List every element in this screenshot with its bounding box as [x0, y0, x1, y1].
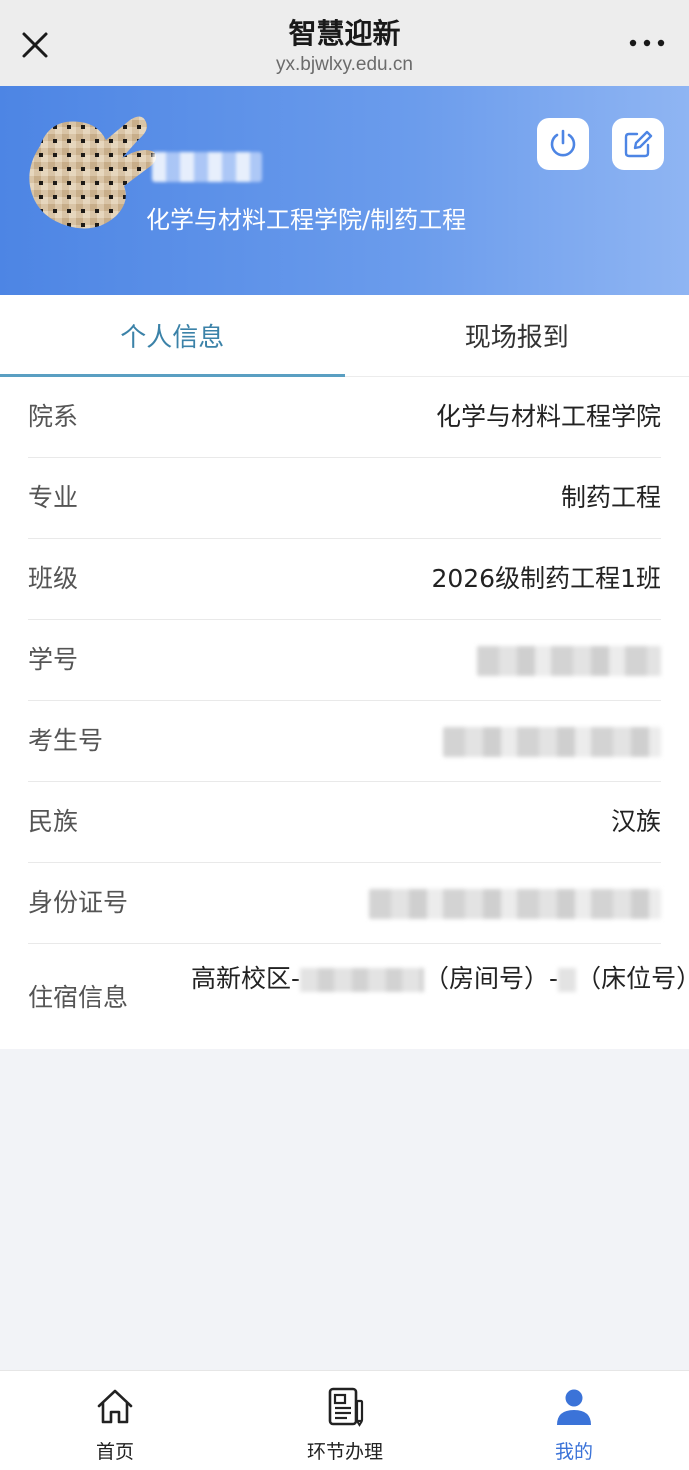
nav-mine-label: 我的 — [554, 1441, 593, 1463]
info-row-major: 专业 制药工程 — [28, 458, 661, 539]
page: 智慧迎新 yx.bjwlxy.edu.cn 化学与材料工程学院/制药工程 个人信… — [0, 0, 689, 1470]
dorm-bed-suffix: （床位号） — [576, 964, 689, 993]
nav-process-label: 环节办理 — [306, 1441, 383, 1463]
student-id-redacted — [477, 646, 661, 676]
major-value: 制药工程 — [560, 483, 661, 512]
bottom-tab-bar: 首页 环节办理 我的 — [0, 1370, 689, 1470]
ethnicity-label: 民族 — [28, 807, 79, 836]
info-row-dorm: 住宿信息 高新校区- （房间号）- （床位号） — [28, 944, 689, 1052]
avatar — [20, 106, 160, 236]
name-redacted — [152, 152, 262, 182]
info-row-ethnicity: 民族 汉族 — [28, 782, 661, 863]
personal-info-list: 院系 化学与材料工程学院 专业 制药工程 班级 2026级制药工程1班 学号 考… — [0, 377, 689, 1049]
id-card-redacted — [369, 889, 661, 919]
edit-icon[interactable] — [612, 118, 664, 170]
ethnicity-value: 汉族 — [610, 807, 661, 836]
department-label: 院系 — [28, 402, 79, 431]
home-icon — [93, 1385, 137, 1429]
tab-onsite-checkin[interactable]: 现场报到 — [345, 295, 689, 376]
nav-mine[interactable]: 我的 — [459, 1371, 689, 1470]
exam-id-label: 考生号 — [28, 726, 104, 755]
id-card-label: 身份证号 — [28, 888, 129, 917]
power-icon[interactable] — [537, 118, 589, 170]
student-id-label: 学号 — [28, 645, 79, 674]
user-icon — [552, 1385, 596, 1429]
dorm-room-suffix: （房间号）- — [424, 964, 559, 993]
more-icon[interactable] — [625, 28, 669, 58]
page-url: yx.bjwlxy.edu.cn — [276, 54, 413, 75]
bed-number-redacted — [558, 968, 577, 992]
info-row-department: 院系 化学与材料工程学院 — [28, 377, 661, 458]
nav-home[interactable]: 首页 — [0, 1371, 230, 1470]
tab-personal-info[interactable]: 个人信息 — [0, 295, 345, 377]
dorm-label: 住宿信息 — [28, 983, 129, 1012]
nav-home-label: 首页 — [95, 1441, 134, 1463]
dorm-value: 高新校区- （房间号）- （床位号） — [191, 958, 689, 1000]
department-value: 化学与材料工程学院 — [435, 402, 661, 431]
room-number-redacted — [300, 968, 425, 992]
nav-process[interactable]: 环节办理 — [230, 1371, 460, 1470]
major-label: 专业 — [28, 483, 79, 512]
tab-bar: 个人信息 现场报到 — [0, 295, 689, 377]
top-navigation-bar: 智慧迎新 yx.bjwlxy.edu.cn — [0, 0, 689, 86]
profile-header: 化学与材料工程学院/制药工程 — [0, 86, 689, 295]
exam-id-redacted — [443, 727, 661, 757]
class-value: 2026级制药工程1班 — [431, 564, 661, 593]
department-major: 化学与材料工程学院/制药工程 — [146, 206, 467, 234]
info-row-student-id: 学号 — [28, 620, 661, 701]
info-row-id-card: 身份证号 — [28, 863, 661, 944]
info-row-exam-id: 考生号 — [28, 701, 661, 782]
dorm-campus: 高新校区- — [191, 964, 301, 993]
document-icon — [323, 1385, 367, 1429]
info-row-class: 班级 2026级制药工程1班 — [28, 539, 661, 620]
page-title: 智慧迎新 — [288, 17, 401, 50]
class-label: 班级 — [28, 564, 79, 593]
